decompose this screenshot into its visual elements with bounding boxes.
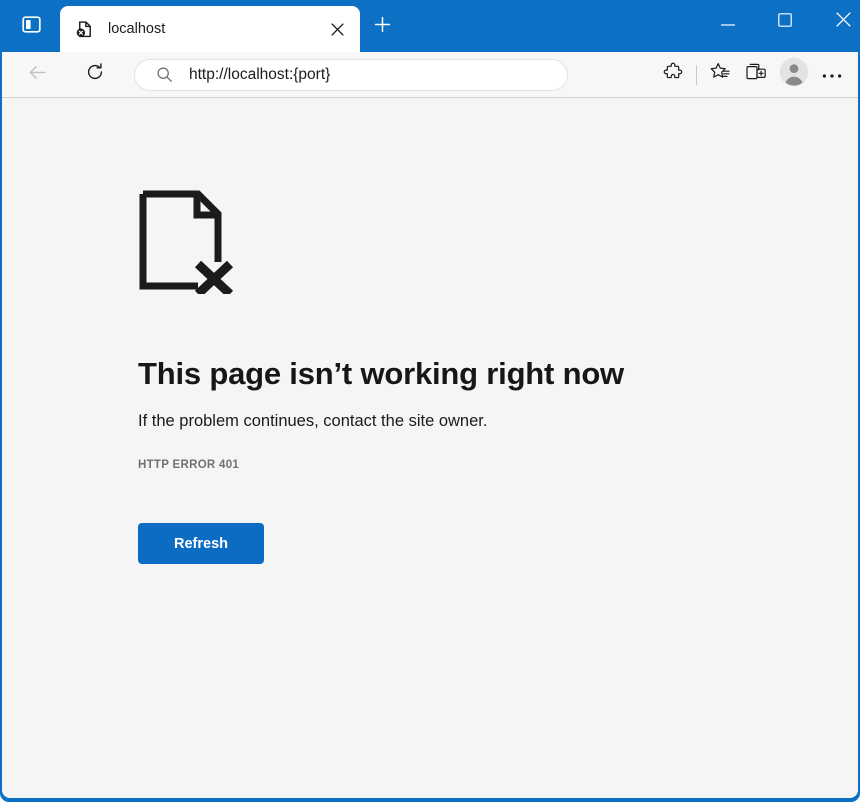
page-content: This page isn’t working right now If the…	[2, 98, 858, 798]
collections-button[interactable]	[738, 59, 774, 91]
refresh-button[interactable]: Refresh	[138, 523, 264, 564]
error-page: This page isn’t working right now If the…	[138, 190, 758, 564]
extensions-button[interactable]	[655, 59, 691, 91]
avatar	[779, 57, 809, 92]
favorites-button[interactable]	[702, 59, 738, 91]
plus-icon	[374, 16, 391, 38]
error-code: HTTP ERROR 401	[138, 459, 758, 471]
reload-button[interactable]	[78, 59, 112, 91]
profile-button[interactable]	[774, 57, 814, 93]
reload-icon	[85, 62, 105, 87]
address-bar[interactable]: http://localhost:{port}	[134, 59, 568, 91]
new-tab-button[interactable]	[367, 13, 397, 41]
minimize-icon	[721, 13, 735, 31]
maximize-window-button[interactable]	[762, 0, 808, 44]
puzzle-piece-icon	[663, 62, 684, 88]
browser-window: localhost	[0, 0, 860, 802]
browser-tab-localhost[interactable]: localhost	[60, 6, 360, 52]
title-bar: localhost	[0, 0, 860, 52]
close-icon	[836, 12, 851, 32]
settings-and-more-button[interactable]	[814, 59, 850, 91]
document-error-icon	[138, 190, 234, 294]
document-error-icon	[74, 19, 94, 39]
collections-icon	[745, 61, 767, 88]
toolbar-divider	[696, 65, 697, 85]
browser-toolbar: http://localhost:{port}	[2, 52, 858, 98]
search-icon	[155, 66, 173, 84]
sidebar-panel-icon	[22, 16, 41, 38]
address-input[interactable]: http://localhost:{port}	[189, 66, 330, 84]
close-window-button[interactable]	[820, 0, 860, 44]
maximize-icon	[778, 13, 792, 32]
close-tab-icon[interactable]	[324, 16, 350, 42]
minimize-window-button[interactable]	[705, 0, 751, 44]
ellipsis-icon	[822, 66, 842, 84]
page-title: This page isn’t working right now	[138, 356, 758, 392]
tab-actions-menu-button[interactable]	[14, 13, 48, 41]
error-subtext: If the problem continues, contact the si…	[138, 412, 758, 431]
star-favorites-icon	[709, 61, 731, 88]
arrow-left-icon	[27, 62, 48, 88]
back-button[interactable]	[20, 59, 54, 91]
toolbar-actions	[655, 57, 858, 93]
tab-title: localhost	[108, 21, 324, 37]
